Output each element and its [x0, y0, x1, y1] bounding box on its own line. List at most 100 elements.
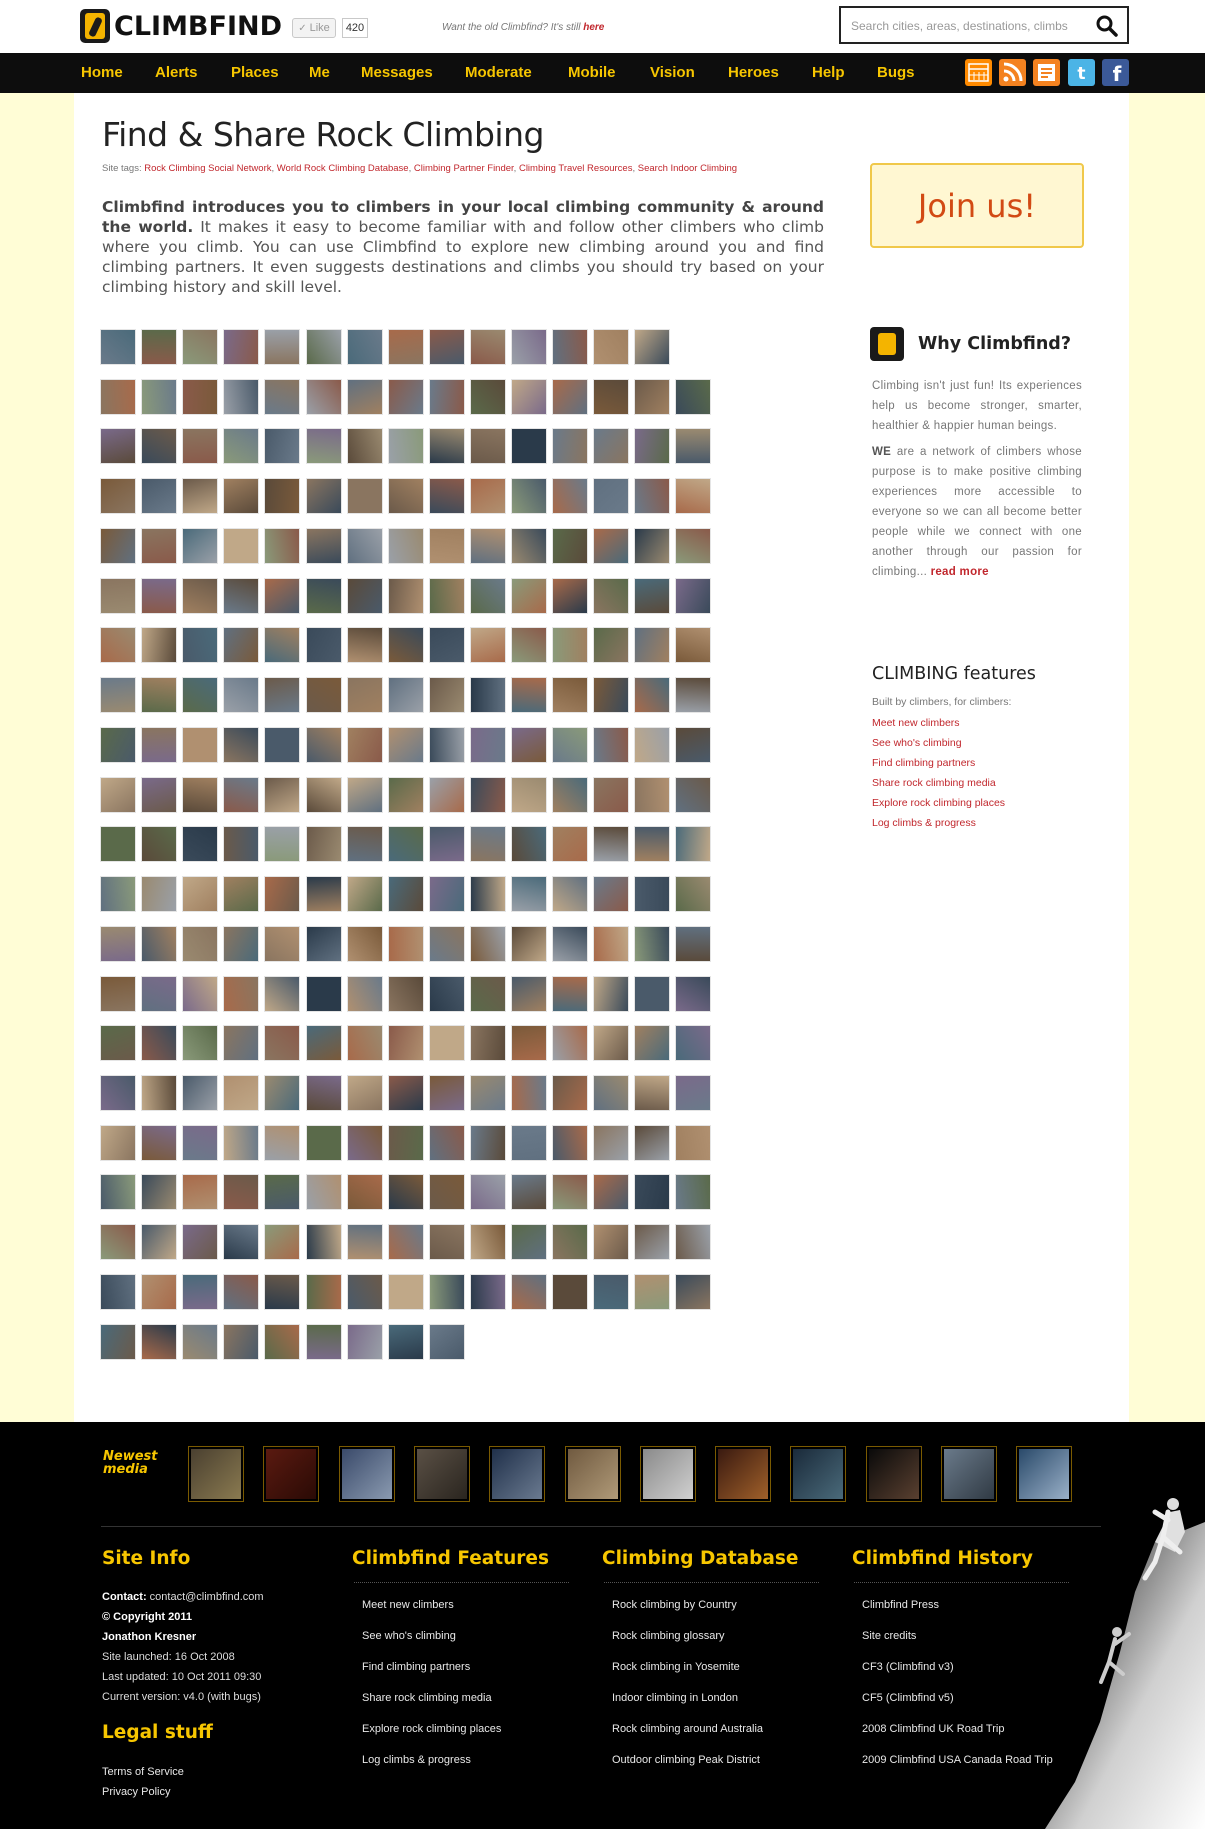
- climber-avatar-thumb[interactable]: [593, 428, 630, 465]
- climber-avatar-thumb[interactable]: [264, 826, 301, 863]
- nav-moderate[interactable]: Moderate: [465, 64, 532, 81]
- climber-avatar-thumb[interactable]: [428, 975, 465, 1012]
- climber-avatar-thumb[interactable]: [264, 1074, 301, 1111]
- climber-avatar-thumb[interactable]: [387, 876, 424, 913]
- climber-avatar-thumb[interactable]: [100, 478, 136, 515]
- climber-avatar-thumb[interactable]: [223, 1174, 260, 1211]
- climber-avatar-thumb[interactable]: [675, 1124, 712, 1161]
- climber-avatar-thumb[interactable]: [387, 776, 424, 813]
- newest-media-thumb[interactable]: [865, 1446, 922, 1502]
- climber-avatar-thumb[interactable]: [387, 826, 424, 863]
- climber-avatar-thumb[interactable]: [593, 378, 630, 415]
- climber-avatar-thumb[interactable]: [182, 876, 219, 913]
- climber-avatar-thumb[interactable]: [100, 527, 136, 564]
- climber-avatar-thumb[interactable]: [223, 1124, 260, 1161]
- footer-link[interactable]: Indoor climbing in London: [612, 1683, 763, 1714]
- climber-avatar-thumb[interactable]: [387, 1025, 424, 1062]
- climber-avatar-thumb[interactable]: [387, 1174, 424, 1211]
- climber-avatar-thumb[interactable]: [511, 1074, 547, 1111]
- climber-avatar-thumb[interactable]: [552, 975, 589, 1012]
- tag-link[interactable]: Climbing Travel Resources: [519, 163, 633, 174]
- climber-avatar-thumb[interactable]: [100, 1025, 136, 1062]
- climber-avatar-thumb[interactable]: [346, 627, 383, 664]
- climber-avatar-thumb[interactable]: [675, 428, 712, 465]
- nav-vision[interactable]: Vision: [650, 64, 695, 81]
- search-icon[interactable]: [1095, 14, 1119, 38]
- climber-avatar-thumb[interactable]: [346, 826, 383, 863]
- climber-avatar-thumb[interactable]: [634, 627, 671, 664]
- climber-avatar-thumb[interactable]: [634, 428, 671, 465]
- climber-avatar-thumb[interactable]: [469, 1174, 506, 1211]
- climber-avatar-thumb[interactable]: [387, 329, 424, 365]
- climber-avatar-thumb[interactable]: [593, 975, 630, 1012]
- climber-avatar-thumb[interactable]: [387, 925, 424, 962]
- climber-avatar-thumb[interactable]: [346, 428, 383, 465]
- climber-avatar-thumb[interactable]: [593, 677, 630, 714]
- climber-avatar-thumb[interactable]: [634, 776, 671, 813]
- nav-help[interactable]: Help: [812, 64, 845, 81]
- climber-avatar-thumb[interactable]: [593, 527, 630, 564]
- climber-avatar-thumb[interactable]: [100, 876, 136, 913]
- climber-avatar-thumb[interactable]: [552, 527, 589, 564]
- climber-avatar-thumb[interactable]: [223, 776, 260, 813]
- climber-avatar-thumb[interactable]: [141, 726, 178, 763]
- climber-avatar-thumb[interactable]: [387, 726, 424, 763]
- climber-avatar-thumb[interactable]: [469, 776, 506, 813]
- climber-avatar-thumb[interactable]: [141, 329, 178, 365]
- climber-avatar-thumb[interactable]: [141, 1224, 178, 1261]
- feature-link[interactable]: Explore rock climbing places: [872, 793, 1005, 813]
- climber-avatar-thumb[interactable]: [511, 876, 547, 913]
- climber-avatar-thumb[interactable]: [141, 876, 178, 913]
- climber-avatar-thumb[interactable]: [552, 726, 589, 763]
- climber-avatar-thumb[interactable]: [469, 378, 506, 415]
- climber-avatar-thumb[interactable]: [675, 925, 712, 962]
- climber-avatar-thumb[interactable]: [100, 677, 136, 714]
- climber-avatar-thumb[interactable]: [182, 527, 219, 564]
- climber-avatar-thumb[interactable]: [675, 826, 712, 863]
- footer-link[interactable]: See who's climbing: [362, 1621, 501, 1652]
- climber-avatar-thumb[interactable]: [675, 1074, 712, 1111]
- climber-avatar-thumb[interactable]: [141, 378, 178, 415]
- climber-avatar-thumb[interactable]: [552, 876, 589, 913]
- climber-avatar-thumb[interactable]: [264, 1323, 301, 1360]
- climber-avatar-thumb[interactable]: [469, 1124, 506, 1161]
- climber-avatar-thumb[interactable]: [511, 577, 547, 614]
- climber-avatar-thumb[interactable]: [469, 925, 506, 962]
- climber-avatar-thumb[interactable]: [264, 478, 301, 515]
- climber-avatar-thumb[interactable]: [141, 1174, 178, 1211]
- nav-heroes[interactable]: Heroes: [728, 64, 779, 81]
- climber-avatar-thumb[interactable]: [141, 428, 178, 465]
- feature-link[interactable]: See who's climbing: [872, 733, 1005, 753]
- footer-link[interactable]: Outdoor climbing Peak District: [612, 1745, 763, 1776]
- climber-avatar-thumb[interactable]: [634, 527, 671, 564]
- climber-avatar-thumb[interactable]: [223, 577, 260, 614]
- search-input[interactable]: [851, 17, 1089, 35]
- climber-avatar-thumb[interactable]: [552, 1025, 589, 1062]
- climber-avatar-thumb[interactable]: [264, 925, 301, 962]
- climber-avatar-thumb[interactable]: [223, 1323, 260, 1360]
- climber-avatar-thumb[interactable]: [469, 478, 506, 515]
- climber-avatar-thumb[interactable]: [141, 1273, 178, 1310]
- climber-avatar-thumb[interactable]: [428, 1074, 465, 1111]
- climber-avatar-thumb[interactable]: [141, 677, 178, 714]
- climber-avatar-thumb[interactable]: [223, 677, 260, 714]
- nav-messages[interactable]: Messages: [361, 64, 433, 81]
- climber-avatar-thumb[interactable]: [469, 329, 506, 365]
- climber-avatar-thumb[interactable]: [346, 577, 383, 614]
- climber-avatar-thumb[interactable]: [634, 329, 671, 365]
- climber-avatar-thumb[interactable]: [100, 1273, 136, 1310]
- climber-avatar-thumb[interactable]: [593, 1224, 630, 1261]
- climber-avatar-thumb[interactable]: [182, 1174, 219, 1211]
- climber-avatar-thumb[interactable]: [305, 876, 342, 913]
- climber-avatar-thumb[interactable]: [387, 1224, 424, 1261]
- nav-places[interactable]: Places: [231, 64, 279, 81]
- climber-avatar-thumb[interactable]: [100, 1174, 136, 1211]
- read-more-link[interactable]: read more: [931, 566, 989, 578]
- climber-avatar-thumb[interactable]: [305, 478, 342, 515]
- climber-avatar-thumb[interactable]: [428, 1174, 465, 1211]
- climber-avatar-thumb[interactable]: [264, 329, 301, 365]
- climber-avatar-thumb[interactable]: [223, 975, 260, 1012]
- climber-avatar-thumb[interactable]: [552, 1224, 589, 1261]
- climber-avatar-thumb[interactable]: [634, 1025, 671, 1062]
- climber-avatar-thumb[interactable]: [100, 975, 136, 1012]
